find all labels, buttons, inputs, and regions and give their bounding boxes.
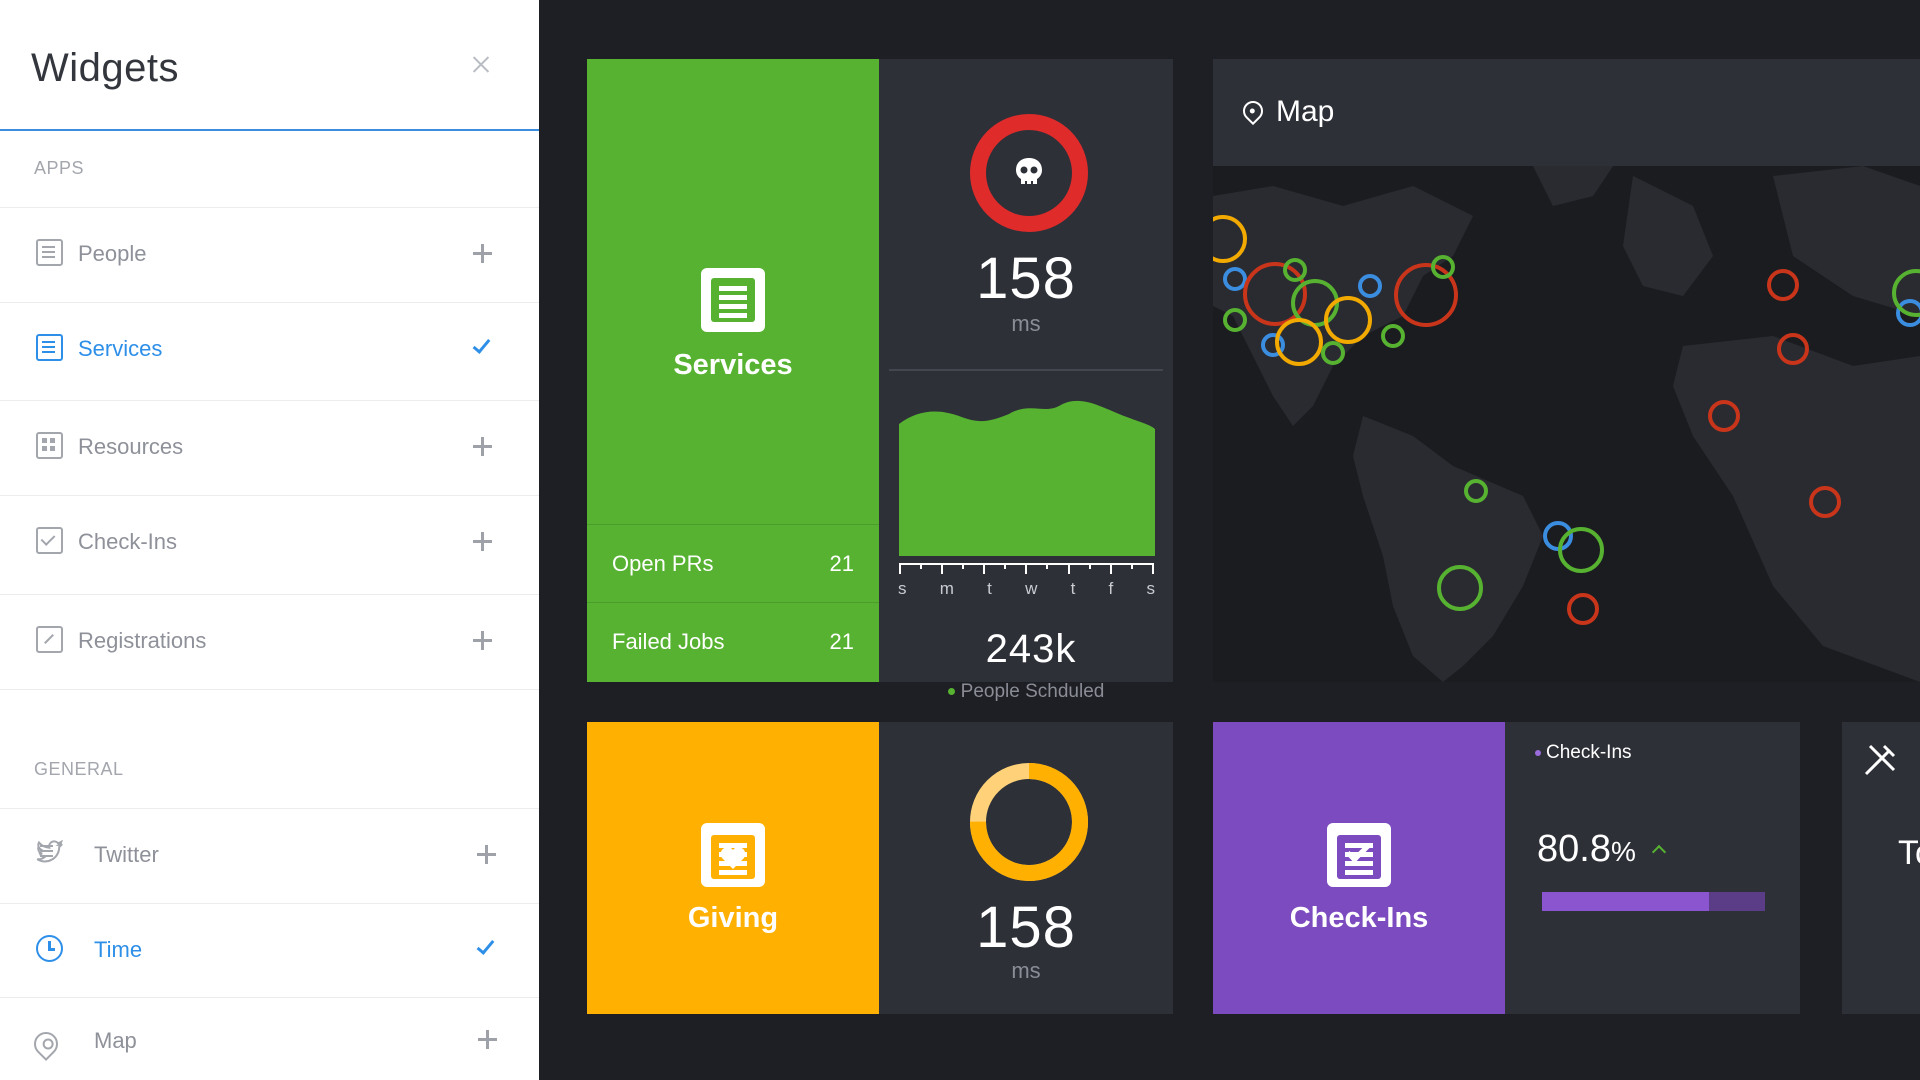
check-ins-widget[interactable]: Check-Ins (1213, 722, 1505, 1014)
stat-label: Open PRs (612, 551, 714, 576)
people-scheduled-value: 243k (985, 627, 1077, 671)
services-icon (36, 334, 63, 361)
people-scheduled-label: People Schduled (960, 681, 1105, 702)
world-map[interactable] (1213, 166, 1920, 682)
legend-dot (947, 688, 955, 696)
sidebar-item-label: Check-Ins (78, 529, 178, 554)
check-ins-progress-track (1542, 892, 1765, 911)
add-icon[interactable] (478, 1030, 497, 1049)
widgets-sidebar: Widgets APPS People Services Resources C… (0, 0, 539, 1080)
giving-title: Giving (687, 902, 779, 934)
registrations-icon (36, 626, 63, 653)
map-pin-icon (1238, 96, 1268, 126)
divider (889, 369, 1163, 371)
sidebar-title: Widgets (31, 46, 179, 90)
check-ins-icon (36, 527, 63, 554)
check-ins-legend: Check-Ins (1535, 742, 1632, 764)
check-ins-calendar-icon (1327, 823, 1391, 887)
map-title: Map (1276, 95, 1335, 128)
services-metrics-panel: 158 ms s m t w t f s 243k People Schdule… (879, 59, 1173, 702)
partial-title: To (1898, 834, 1920, 872)
map-widget[interactable]: Map (1213, 59, 1920, 682)
sidebar-item-services[interactable]: Services (0, 302, 539, 397)
sidebar-item-map[interactable]: Map (0, 997, 539, 1080)
percent-value: 80.8 (1537, 828, 1611, 870)
stat-label: Failed Jobs (612, 629, 725, 654)
add-icon[interactable] (473, 532, 492, 551)
sidebar-item-people[interactable]: People (0, 207, 539, 302)
percent-sign: % (1610, 836, 1636, 867)
giving-calendar-icon (701, 823, 765, 887)
trend-up-icon (1651, 844, 1667, 860)
sidebar-item-label: Resources (78, 434, 184, 459)
add-icon[interactable] (477, 845, 496, 864)
stat-row-open-prs[interactable]: Open PRs 21 (587, 524, 879, 602)
stat-value: 21 (829, 551, 854, 576)
sidebar-item-resources[interactable]: Resources (0, 400, 539, 495)
day-label: s (898, 579, 907, 598)
checkmark-icon[interactable] (472, 335, 491, 354)
giving-unit: ms (1011, 958, 1041, 983)
resources-icon (36, 432, 63, 459)
checkmark-icon[interactable] (476, 936, 495, 955)
sidebar-item-label: Map (94, 1028, 137, 1053)
giving-metrics-panel: 158 ms (879, 722, 1173, 1014)
services-icon (701, 268, 765, 332)
clock-icon (36, 935, 63, 962)
twitter-icon (36, 840, 64, 864)
stat-value: 21 (829, 629, 854, 654)
sidebar-item-twitter[interactable]: Twitter (0, 808, 539, 903)
add-icon[interactable] (473, 437, 492, 456)
response-time-unit: ms (1011, 311, 1041, 336)
giving-value: 158 (976, 895, 1076, 960)
add-icon[interactable] (473, 631, 492, 650)
sidebar-item-registrations[interactable]: Registrations (0, 594, 539, 689)
utensils-icon (1864, 744, 1896, 776)
day-label: f (1108, 579, 1114, 598)
sidebar-item-label: Time (94, 937, 143, 962)
day-label: w (1025, 579, 1038, 598)
day-label: s (1146, 579, 1155, 598)
sidebar-item-check-ins[interactable]: Check-Ins (0, 495, 539, 590)
check-ins-percent: 80.8% (1537, 828, 1636, 871)
check-ins-metrics-panel: Check-Ins 80.8% (1505, 722, 1800, 1014)
giving-ring (970, 763, 1088, 881)
sidebar-item-label: Twitter (94, 842, 159, 867)
sidebar-item-label: People (78, 241, 147, 266)
people-icon (36, 239, 63, 266)
close-icon[interactable] (468, 52, 494, 78)
partial-widget[interactable]: To (1842, 722, 1920, 1014)
add-icon[interactable] (473, 244, 492, 263)
stat-row-failed-jobs[interactable]: Failed Jobs 21 (587, 602, 879, 680)
sidebar-item-label: Registrations (78, 628, 207, 653)
check-ins-progress-fill (1542, 892, 1710, 911)
heart-icon (720, 847, 746, 869)
check-ins-title: Check-Ins (1289, 902, 1429, 934)
check-ins-legend-label: Check-Ins (1546, 742, 1632, 763)
response-time-value: 158 (976, 246, 1076, 311)
day-label: t (1070, 579, 1076, 598)
chart-day-labels: s m t w t f s (889, 579, 1164, 599)
area-chart (899, 400, 1155, 556)
sidebar-header: Widgets (0, 0, 539, 131)
services-widget[interactable]: Services Open PRs 21 Failed Jobs 21 (587, 59, 879, 682)
legend-dot (1535, 749, 1541, 756)
section-apps: APPS (34, 158, 85, 178)
giving-widget[interactable]: Giving (587, 722, 879, 1014)
services-title: Services (673, 349, 793, 381)
sidebar-item-time[interactable]: Time (0, 903, 539, 998)
people-scheduled-legend: People Schduled (879, 681, 1173, 703)
day-label: m (939, 579, 954, 598)
section-general: GENERAL (34, 759, 124, 779)
skull-icon (1016, 158, 1042, 184)
divider (0, 689, 539, 690)
day-label: t (987, 579, 992, 598)
map-header: Map (1213, 59, 1920, 166)
map-pin-icon (29, 1027, 63, 1061)
chart-axis (899, 563, 1154, 575)
sidebar-item-label: Services (78, 336, 163, 361)
